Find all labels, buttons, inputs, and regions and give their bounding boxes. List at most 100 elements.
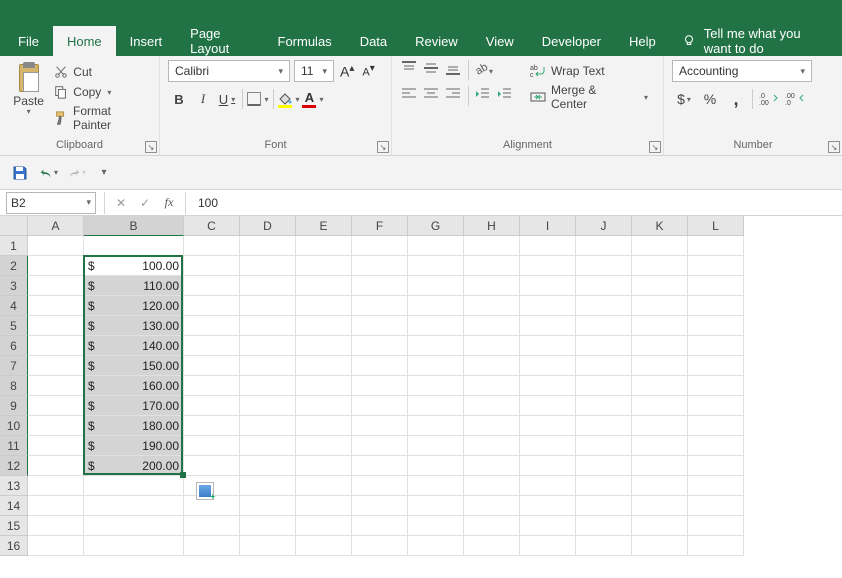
cell-J10[interactable] [576,416,632,436]
row-header-13[interactable]: 13 [0,476,28,496]
cell-F14[interactable] [352,496,408,516]
fill-handle[interactable] [180,472,186,478]
cell-K3[interactable] [632,276,688,296]
underline-button[interactable]: U [216,88,238,110]
cell-G8[interactable] [408,376,464,396]
cell-E1[interactable] [296,236,352,256]
cell-C15[interactable] [184,516,240,536]
cell-D6[interactable] [240,336,296,356]
row-header-10[interactable]: 10 [0,416,28,436]
cell-E3[interactable] [296,276,352,296]
clipboard-dialog-launcher[interactable]: ↘ [145,141,157,153]
redo-button[interactable]: ▾ [66,163,86,183]
cell-J8[interactable] [576,376,632,396]
cell-B2[interactable]: $100.00 [84,256,184,276]
cell-D4[interactable] [240,296,296,316]
cell-J11[interactable] [576,436,632,456]
cell-J4[interactable] [576,296,632,316]
cell-H5[interactable] [464,316,520,336]
cell-I10[interactable] [520,416,576,436]
cell-I1[interactable] [520,236,576,256]
cell-I8[interactable] [520,376,576,396]
cell-G11[interactable] [408,436,464,456]
cell-A10[interactable] [28,416,84,436]
cell-L5[interactable] [688,316,744,336]
cell-I15[interactable] [520,516,576,536]
cell-L16[interactable] [688,536,744,556]
column-header-G[interactable]: G [408,216,464,236]
cell-C2[interactable] [184,256,240,276]
cell-H11[interactable] [464,436,520,456]
tab-view[interactable]: View [472,26,528,56]
cell-E13[interactable] [296,476,352,496]
font-name-combo[interactable]: Calibri ▾ [168,60,290,82]
cell-B6[interactable]: $140.00 [84,336,184,356]
cell-A13[interactable] [28,476,84,496]
cell-J15[interactable] [576,516,632,536]
cell-F6[interactable] [352,336,408,356]
formula-input[interactable]: 100 [190,196,842,210]
cell-K11[interactable] [632,436,688,456]
cell-J13[interactable] [576,476,632,496]
cell-E4[interactable] [296,296,352,316]
cell-D1[interactable] [240,236,296,256]
cell-E6[interactable] [296,336,352,356]
cell-D9[interactable] [240,396,296,416]
cell-I16[interactable] [520,536,576,556]
cell-L7[interactable] [688,356,744,376]
cell-H13[interactable] [464,476,520,496]
cell-G6[interactable] [408,336,464,356]
cell-C12[interactable] [184,456,240,476]
row-header-15[interactable]: 15 [0,516,28,536]
increase-font-size-button[interactable]: A▴ [338,63,356,80]
merge-center-button[interactable]: Merge & Center ▾ [523,86,655,108]
cell-A2[interactable] [28,256,84,276]
row-header-7[interactable]: 7 [0,356,28,376]
row-header-6[interactable]: 6 [0,336,28,356]
cell-C8[interactable] [184,376,240,396]
tab-help[interactable]: Help [615,26,670,56]
cell-C7[interactable] [184,356,240,376]
cell-B11[interactable]: $190.00 [84,436,184,456]
cell-H6[interactable] [464,336,520,356]
cell-J2[interactable] [576,256,632,276]
cell-I2[interactable] [520,256,576,276]
cell-K2[interactable] [632,256,688,276]
cell-I5[interactable] [520,316,576,336]
cell-D8[interactable] [240,376,296,396]
column-header-C[interactable]: C [184,216,240,236]
cell-D2[interactable] [240,256,296,276]
font-dialog-launcher[interactable]: ↘ [377,141,389,153]
cell-E12[interactable] [296,456,352,476]
tab-data[interactable]: Data [346,26,401,56]
row-header-3[interactable]: 3 [0,276,28,296]
cell-K4[interactable] [632,296,688,316]
cell-A15[interactable] [28,516,84,536]
cell-H7[interactable] [464,356,520,376]
cell-L10[interactable] [688,416,744,436]
column-header-I[interactable]: I [520,216,576,236]
cell-K16[interactable] [632,536,688,556]
format-painter-button[interactable]: Format Painter [53,104,151,132]
cell-J3[interactable] [576,276,632,296]
enter-formula-button[interactable]: ✓ [133,192,157,214]
cell-E8[interactable] [296,376,352,396]
cell-H10[interactable] [464,416,520,436]
autofill-options-button[interactable]: + [196,482,214,500]
column-header-H[interactable]: H [464,216,520,236]
cell-E14[interactable] [296,496,352,516]
cell-H3[interactable] [464,276,520,296]
italic-button[interactable]: I [192,88,214,110]
row-header-8[interactable]: 8 [0,376,28,396]
row-header-16[interactable]: 16 [0,536,28,556]
cell-H14[interactable] [464,496,520,516]
cell-D14[interactable] [240,496,296,516]
cell-L12[interactable] [688,456,744,476]
column-header-A[interactable]: A [28,216,84,236]
cell-A8[interactable] [28,376,84,396]
column-header-D[interactable]: D [240,216,296,236]
customize-qat-button[interactable]: ▾ [94,163,114,183]
cell-C6[interactable] [184,336,240,356]
align-bottom-button[interactable] [444,60,464,76]
orientation-button[interactable]: ab▾ [473,60,493,76]
